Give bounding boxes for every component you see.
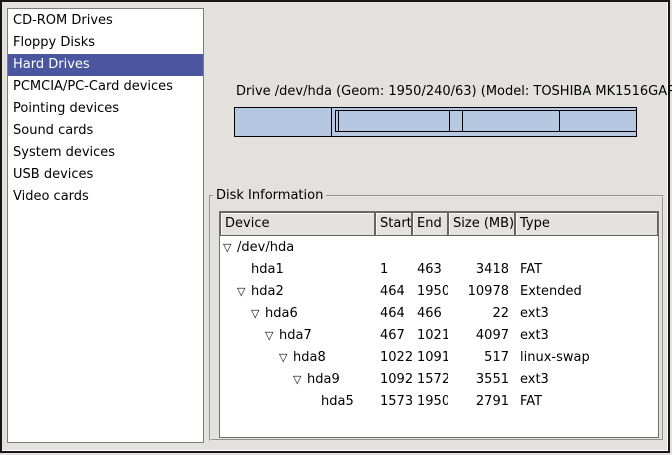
device-label: hda6 — [265, 303, 298, 325]
partition-segment-hda7 — [339, 111, 450, 131]
expander-icon[interactable]: ▽ — [265, 325, 279, 347]
sidebar-item-hard-drives[interactable]: Hard Drives — [8, 54, 203, 76]
partition-segment-hda9 — [463, 111, 560, 131]
table-row-dev-hda[interactable]: ▽/dev/hda — [220, 237, 658, 259]
hardware-browser-window: CD-ROM Drives Floppy Disks Hard Drives P… — [0, 0, 672, 455]
sidebar-item-sound-cards[interactable]: Sound cards — [8, 120, 203, 142]
device-label: hda8 — [293, 347, 326, 369]
expander-icon[interactable]: ▽ — [279, 347, 293, 369]
partition-segment-hda2-extended — [332, 108, 636, 136]
sidebar-item-pointing-devices[interactable]: Pointing devices — [8, 98, 203, 120]
sidebar-item-floppy-disks[interactable]: Floppy Disks — [8, 32, 203, 54]
partition-segment-hda5 — [560, 111, 636, 131]
sidebar-item-pcmcia-devices[interactable]: PCMCIA/PC-Card devices — [8, 76, 203, 98]
sidebar-item-cdrom-drives[interactable]: CD-ROM Drives — [8, 10, 203, 32]
table-row-hda7[interactable]: ▽hda7 467 1021 4097 ext3 — [220, 325, 658, 347]
table-row-hda1[interactable]: ▽hda1 1 463 3418 FAT — [220, 259, 658, 281]
expander-icon[interactable]: ▽ — [251, 303, 265, 325]
partition-segment-hda8 — [450, 111, 463, 131]
table-row-hda2[interactable]: ▽hda2 464 1950 10978 Extended — [220, 281, 658, 303]
expander-icon[interactable]: ▽ — [237, 281, 251, 303]
sidebar-item-video-cards[interactable]: Video cards — [8, 186, 203, 208]
device-label: hda5 — [321, 391, 354, 413]
device-label: hda2 — [251, 281, 284, 303]
device-label: hda1 — [251, 259, 284, 281]
column-header-end[interactable]: End — [412, 212, 448, 236]
disk-information-frame-title: Disk Information — [213, 188, 326, 204]
column-header-start[interactable]: Start — [375, 212, 412, 236]
device-label: hda9 — [307, 369, 340, 391]
device-label: /dev/hda — [237, 237, 294, 259]
expander-icon[interactable]: ▽ — [223, 237, 237, 259]
column-header-type[interactable]: Type — [515, 212, 658, 236]
sidebar-item-usb-devices[interactable]: USB devices — [8, 164, 203, 186]
partition-segment-hda1 — [235, 108, 332, 136]
drive-geometry-title: Drive /dev/hda (Geom: 1950/240/63) (Mode… — [236, 84, 672, 100]
logical-partitions-box — [335, 110, 636, 132]
table-row-hda6[interactable]: ▽hda6 464 466 22 ext3 — [220, 303, 658, 325]
expander-icon[interactable]: ▽ — [293, 369, 307, 391]
partition-bar — [234, 107, 637, 137]
device-category-list: CD-ROM Drives Floppy Disks Hard Drives P… — [7, 8, 204, 443]
table-row-hda5[interactable]: ▽hda5 1573 1950 2791 FAT — [220, 391, 658, 413]
table-row-hda8[interactable]: ▽hda8 1022 1091 517 linux-swap — [220, 347, 658, 369]
table-row-hda9[interactable]: ▽hda9 1092 1572 3551 ext3 — [220, 369, 658, 391]
device-label: hda7 — [279, 325, 312, 347]
disk-information-table: Device Start End Size (MB) Type ▽/dev/hd… — [219, 211, 659, 438]
table-header-row: Device Start End Size (MB) Type — [220, 212, 658, 236]
table-body: ▽/dev/hda ▽hda1 1 463 3418 FAT ▽hda2 464… — [220, 236, 658, 413]
column-header-size[interactable]: Size (MB) — [448, 212, 515, 236]
sidebar-item-system-devices[interactable]: System devices — [8, 142, 203, 164]
column-header-device[interactable]: Device — [220, 212, 375, 236]
